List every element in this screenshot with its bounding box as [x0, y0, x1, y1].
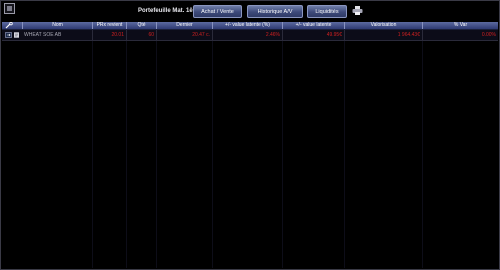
- printer-icon[interactable]: [352, 6, 363, 15]
- cell-quantity: 60: [126, 30, 156, 40]
- column-header-name[interactable]: Nom: [22, 22, 92, 29]
- column-header-unrealized-value[interactable]: +/- value latente: [282, 22, 344, 29]
- column-header-valuation[interactable]: Valorisation: [344, 22, 422, 29]
- window-menu-icon[interactable]: [4, 3, 15, 14]
- column-header-unrealized-pct[interactable]: +/- value latente (%): [212, 22, 282, 29]
- table-row[interactable]: WHEAT SOE AB 20.01 60 20.47 c. 2.46% 49.…: [2, 30, 498, 41]
- column-header-cost-price[interactable]: PRx revient: [92, 22, 126, 29]
- refresh-icon[interactable]: [5, 32, 12, 38]
- buy-sell-button[interactable]: Achat / Vente: [193, 5, 242, 18]
- column-header-pct-change[interactable]: % Var: [422, 22, 498, 29]
- portfolio-window: Portefeuille Mat. 1ë Achat / Vente Histo…: [0, 0, 500, 270]
- column-header-quantity[interactable]: Qté: [126, 22, 156, 29]
- cell-unrealized-value: 49.95€: [282, 30, 344, 40]
- table-header: Nom PRx revient Qté Dernier +/- value la…: [2, 22, 498, 30]
- cell-pct-change: 0.00%: [422, 30, 498, 40]
- cell-name: WHEAT SOE AB: [24, 32, 62, 38]
- column-header-last-price[interactable]: Dernier: [156, 22, 212, 29]
- portfolio-title: Portefeuille Mat. 1ë: [138, 8, 193, 14]
- cell-last-price: 20.47 c.: [156, 30, 212, 40]
- cash-button[interactable]: Liquidités: [307, 5, 347, 18]
- wrench-icon[interactable]: [5, 22, 14, 29]
- portfolio-table: Nom PRx revient Qté Dernier +/- value la…: [2, 22, 498, 268]
- trade-history-button[interactable]: Historique A/V: [247, 5, 303, 18]
- toolbar: Portefeuille Mat. 1ë Achat / Vente Histo…: [1, 1, 499, 21]
- cell-cost-price: 20.01: [92, 30, 126, 40]
- document-icon[interactable]: [13, 32, 20, 38]
- cell-valuation: 1 964.43€: [344, 30, 422, 40]
- cell-unrealized-pct: 2.46%: [212, 30, 282, 40]
